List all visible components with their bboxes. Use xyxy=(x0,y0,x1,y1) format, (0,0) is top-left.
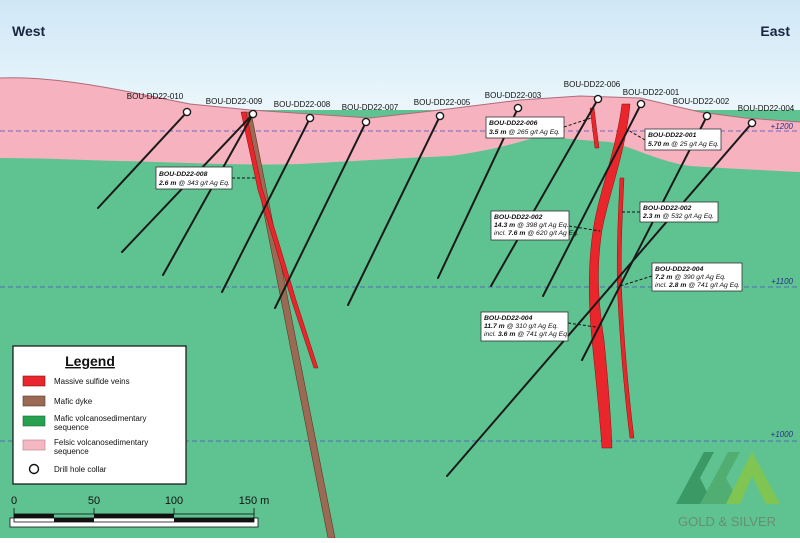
legend-label-veins: Massive sulfide veins xyxy=(54,377,130,386)
legend-swatch-mafic xyxy=(22,415,46,427)
scale-seg-3 xyxy=(54,518,94,522)
legend-label-felsic-text: Felsic volcanosedimentary xyxy=(54,438,148,447)
intercept-line-001-1: 5.70 m @ 25 g/t Ag Eq. xyxy=(648,141,719,148)
legend-label-dyke: Mafic dyke xyxy=(54,397,93,406)
elevation-label-1200: +1200 xyxy=(771,122,794,131)
collar-004 xyxy=(747,118,757,128)
collar-009 xyxy=(248,109,258,119)
legend-label-mafic-text-line2: sequence xyxy=(54,423,89,432)
collar-label-001: BOU-DD22-001 xyxy=(623,88,680,97)
logo-text: GOLD & SILVER xyxy=(678,514,776,529)
legend-swatch-dyke xyxy=(22,395,46,407)
collar-label-002: BOU-DD22-002 xyxy=(673,97,730,106)
collar-label-008: BOU-DD22-008 xyxy=(274,100,331,109)
collar-002 xyxy=(702,111,712,121)
scale-seg-1 xyxy=(14,514,54,518)
collar-label-004: BOU-DD22-004 xyxy=(738,104,795,113)
intercept-line-002a-2: incl. 7.6 m @ 620 g/t Ag Eq. xyxy=(494,230,579,237)
legend-label-mafic-text: Mafic volcanosedimentary xyxy=(54,414,146,423)
intercept-hole-002a: BOU-DD22-002 xyxy=(494,214,543,221)
collar-005 xyxy=(435,111,445,121)
intercept-hole-008: BOU-DD22-008 xyxy=(159,171,208,178)
legend-label-felsic-text-line2: sequence xyxy=(54,447,89,456)
scale-seg-2 xyxy=(94,514,174,518)
scale-label-100: 100 xyxy=(165,495,183,507)
elevation-label-1000: +1000 xyxy=(771,430,794,439)
collar-007 xyxy=(361,117,371,127)
legend-swatch-felsic xyxy=(22,439,46,451)
intercept-line-004b-2: incl. 3.6 m @ 741 g/t Ag Eq. xyxy=(484,331,569,338)
intercept-hole-004b: BOU-DD22-004 xyxy=(484,315,533,322)
collar-003 xyxy=(513,103,523,113)
collar-010 xyxy=(182,107,192,117)
collar-label-010: BOU-DD22-010 xyxy=(127,92,184,101)
intercept-hole-001: BOU-DD22-001 xyxy=(648,132,697,139)
direction-west: West xyxy=(12,23,46,39)
collar-label-009: BOU-DD22-009 xyxy=(206,97,263,106)
cross-section-canvas: +1200 +1100 +1000 BOU-DD22-010 BOU-DD22-… xyxy=(0,0,800,539)
legend-title: Legend xyxy=(65,353,115,369)
intercept-line-006-1: 3.5 m @ 265 g/t Ag Eq. xyxy=(489,129,560,136)
intercept-line-004a-1: 7.2 m @ 390 g/t Ag Eq. xyxy=(655,274,726,281)
intercept-line-002b-1: 2.3 m @ 532 g/t Ag Eq. xyxy=(642,213,714,220)
collar-label-005: BOU-DD22-005 xyxy=(414,98,471,107)
elevation-label-1100: +1100 xyxy=(771,277,793,286)
scale-label-50: 50 xyxy=(88,495,100,507)
collar-006 xyxy=(593,94,603,104)
direction-east: East xyxy=(760,23,790,39)
intercept-line-008-1: 2.6 m @ 343 g/t Ag Eq. xyxy=(158,180,230,187)
intercept-hole-006: BOU-DD22-006 xyxy=(489,120,538,127)
intercept-hole-004a: BOU-DD22-004 xyxy=(655,266,704,273)
intercept-line-002a-1: 14.3 m @ 398 g/t Ag Eq. xyxy=(494,222,569,229)
collar-label-006: BOU-DD22-006 xyxy=(564,80,621,89)
collar-label-007: BOU-DD22-007 xyxy=(342,103,399,112)
scale-label-0: 0 xyxy=(11,495,17,507)
intercept-line-004a-2: incl. 2.8 m @ 741 g/t Ag Eq. xyxy=(655,282,740,289)
legend: Legend Massive sulfide veins Mafic dyke … xyxy=(12,345,187,485)
legend-swatch-veins xyxy=(22,375,46,387)
legend-label-collar: Drill hole collar xyxy=(54,465,107,474)
collar-008 xyxy=(305,113,315,123)
legend-collar-icon xyxy=(28,463,40,475)
collar-001 xyxy=(636,99,646,109)
intercept-line-004b-1: 11.7 m @ 310 g/t Ag Eq. xyxy=(484,323,558,330)
collar-label-003: BOU-DD22-003 xyxy=(485,91,542,100)
cross-section: +1200 +1100 +1000 BOU-DD22-010 BOU-DD22-… xyxy=(0,0,800,539)
scale-label-150: 150 m xyxy=(239,495,270,507)
intercept-hole-002b: BOU-DD22-002 xyxy=(643,205,692,212)
scale-seg-4 xyxy=(174,518,254,522)
